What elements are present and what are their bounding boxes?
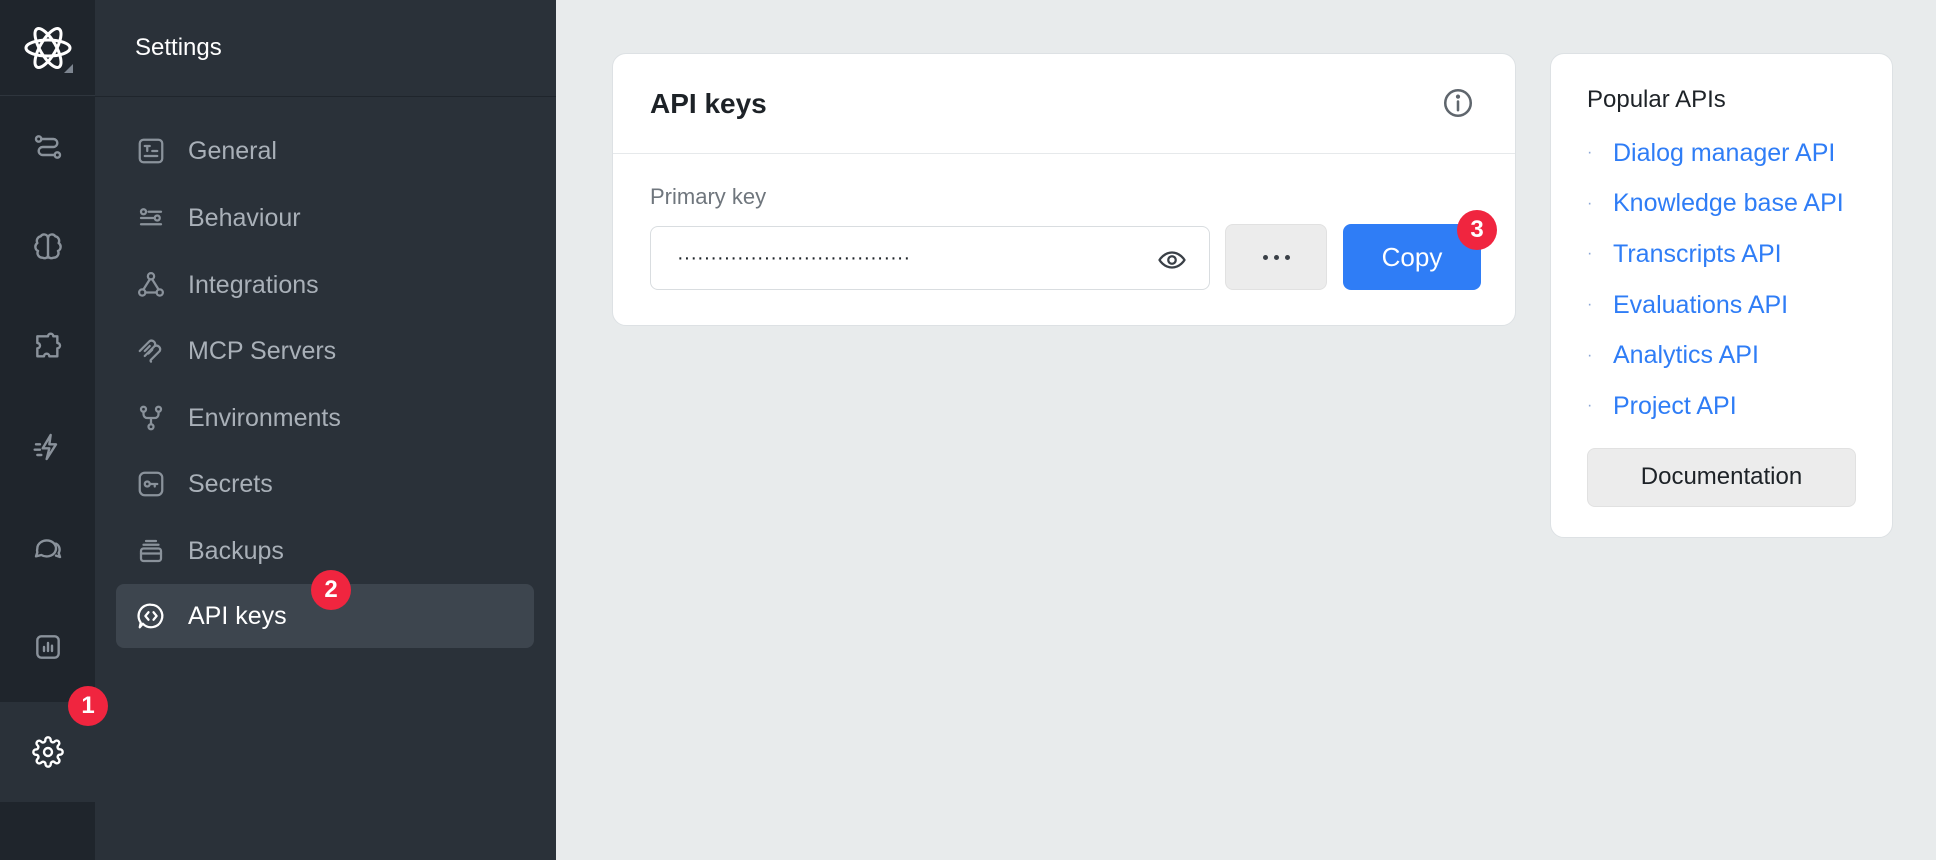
info-icon[interactable]	[1441, 86, 1475, 120]
popular-apis-list: · Dialog manager API · Knowledge base API …	[1587, 128, 1892, 432]
nav-item-mcp-servers[interactable]: MCP Servers	[116, 319, 534, 383]
bullet-icon: ·	[1587, 194, 1593, 212]
bullet-icon: ·	[1587, 245, 1593, 263]
rail-item-analytics[interactable]	[0, 597, 95, 697]
link-project-api[interactable]: Project API	[1613, 392, 1737, 421]
link-transcripts-api[interactable]: Transcripts API	[1613, 240, 1782, 269]
link-knowledge-base-api[interactable]: Knowledge base API	[1613, 189, 1844, 218]
rail-item-knowledge[interactable]	[0, 197, 95, 297]
api-keys-title: API keys	[650, 87, 767, 119]
link-evaluations-api[interactable]: Evaluations API	[1613, 291, 1788, 320]
more-dot-icon	[1273, 254, 1279, 260]
puzzle-icon	[35, 332, 61, 358]
key-icon	[138, 471, 164, 497]
rail-item-flows[interactable]	[0, 97, 95, 197]
list-item: · Dialog manager API	[1587, 128, 1892, 179]
nav-item-behaviour[interactable]: Behaviour	[116, 186, 534, 250]
app-logo[interactable]	[0, 0, 95, 96]
list-item: · Evaluations API	[1587, 280, 1892, 331]
settings-header: Settings	[95, 0, 556, 97]
bullet-icon: ·	[1587, 346, 1593, 364]
list-item: · Analytics API	[1587, 330, 1892, 381]
nav-item-general[interactable]: General	[116, 119, 534, 183]
nav-label-api-keys: API keys	[188, 601, 287, 630]
more-dot-icon	[1284, 254, 1290, 260]
icon-rail	[0, 0, 95, 860]
nav-label-secrets: Secrets	[188, 469, 273, 498]
api-icon	[137, 603, 164, 629]
step-badge-3: 3	[1457, 210, 1497, 250]
nav-label-behaviour: Behaviour	[188, 203, 301, 232]
popular-apis-card: Popular APIs · Dialog manager API · Knowle…	[1550, 53, 1893, 538]
step-badge-1: 1	[68, 686, 108, 726]
branch-icon	[139, 405, 163, 431]
primary-key-value: ···································	[677, 246, 911, 269]
nav-item-environments[interactable]: Environments	[116, 386, 534, 450]
bullet-icon: ·	[1587, 144, 1593, 162]
link-dialog-manager-api[interactable]: Dialog manager API	[1613, 139, 1835, 168]
backup-icon	[139, 539, 163, 563]
settings-title: Settings	[135, 34, 222, 61]
link-analytics-api[interactable]: Analytics API	[1613, 341, 1759, 370]
more-options-button[interactable]	[1225, 224, 1327, 290]
chat-icon	[34, 539, 61, 559]
primary-key-field[interactable]: ···································	[650, 226, 1210, 290]
workspace-switch-icon	[64, 64, 73, 73]
general-icon	[138, 138, 164, 164]
sliders-icon	[139, 208, 163, 226]
nav-label-integrations: Integrations	[188, 270, 319, 299]
rail-item-conversations[interactable]	[0, 497, 95, 597]
gear-icon	[31, 736, 64, 768]
nav-label-general: General	[188, 136, 277, 165]
primary-key-label: Primary key	[650, 184, 767, 209]
bolt-icon	[32, 433, 57, 461]
step-badge-2: 2	[311, 570, 351, 610]
rail-item-extensions[interactable]	[0, 297, 95, 397]
nav-label-mcp-servers: MCP Servers	[188, 336, 337, 365]
list-item: · Project API	[1587, 381, 1892, 432]
rail-item-actions[interactable]	[0, 397, 95, 497]
bullet-icon: ·	[1587, 296, 1593, 314]
documentation-button[interactable]: Documentation	[1587, 447, 1856, 507]
list-item: · Transcripts API	[1587, 229, 1892, 280]
api-keys-card-header: API keys	[613, 54, 1515, 154]
nav-label-backups: Backups	[188, 536, 284, 565]
eye-icon[interactable]	[1157, 245, 1187, 275]
integrations-icon	[138, 272, 164, 297]
brain-icon	[33, 233, 62, 260]
bullet-icon: ·	[1587, 397, 1593, 415]
chart-icon	[35, 635, 60, 659]
route-icon	[34, 135, 61, 159]
nav-label-environments: Environments	[188, 403, 341, 432]
list-item: · Knowledge base API	[1587, 179, 1892, 230]
mcp-icon	[138, 339, 162, 363]
more-dot-icon	[1262, 254, 1268, 260]
popular-apis-title: Popular APIs	[1587, 86, 1726, 113]
settings-panel: Settings General Behaviour Integrations …	[95, 0, 556, 860]
nav-item-secrets[interactable]: Secrets	[116, 452, 534, 516]
nav-item-integrations[interactable]: Integrations	[116, 253, 534, 317]
api-keys-card: API keys Primary key ···················…	[612, 53, 1516, 326]
